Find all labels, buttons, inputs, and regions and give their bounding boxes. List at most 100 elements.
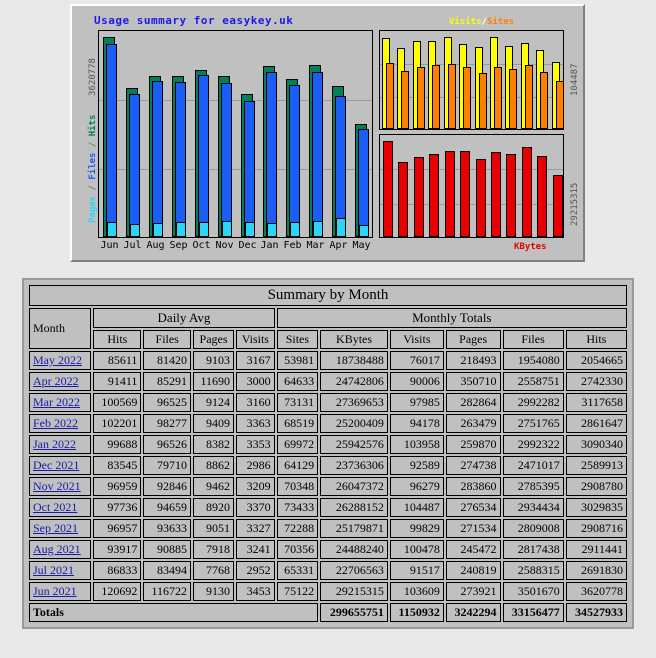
table-row: Jan 2022 99688 96526 8382 3353 69972 25942576 1…: [29, 435, 627, 454]
bar-kbytes-apr: [537, 156, 547, 237]
bar-kbytes-nov: [460, 151, 470, 237]
row-value-cell: 2588315: [502, 561, 564, 580]
axis-label-pages: Pages: [88, 195, 98, 223]
month-link[interactable]: Mar 2022: [33, 395, 80, 409]
row-month-cell[interactable]: Sep 2021: [29, 519, 92, 538]
month-link[interactable]: Oct 2021: [33, 500, 77, 514]
row-value-cell: 3209: [236, 477, 275, 496]
header-total-hits: Hits: [565, 330, 627, 349]
bar-sites-jun: [386, 63, 394, 129]
month-link[interactable]: Sep 2021: [33, 521, 78, 535]
x-label-may: May: [352, 240, 371, 251]
right-axis-visits-max-label: 104487: [570, 63, 580, 96]
row-value-cell: 2558751: [502, 372, 564, 391]
x-label-aug: Aug: [146, 240, 165, 251]
row-value-cell: 3090340: [565, 435, 627, 454]
row-value-cell: 2908780: [565, 477, 627, 496]
row-value-cell: 96959: [93, 477, 142, 496]
bar-kbytes-feb: [506, 154, 516, 237]
table-title: Summary by Month: [29, 285, 627, 306]
header-total-visits: Visits: [389, 330, 444, 349]
header-total-files: Files: [502, 330, 564, 349]
row-value-cell: 25200409: [320, 414, 388, 433]
row-value-cell: 85291: [143, 372, 191, 391]
row-value-cell: 218493: [445, 351, 501, 370]
row-value-cell: 18738488: [320, 351, 388, 370]
x-label-sep: Sep: [169, 240, 188, 251]
month-link[interactable]: Jan 2022: [33, 437, 76, 451]
bar-sites-feb: [509, 69, 517, 129]
row-value-cell: 2809008: [502, 519, 564, 538]
row-value-cell: 73433: [276, 498, 319, 517]
row-value-cell: 11690: [193, 372, 235, 391]
summary-by-month-table: Summary by Month Month Daily Avg Monthly…: [27, 283, 629, 624]
bar-pages-mar: [313, 221, 323, 237]
row-value-cell: 75122: [276, 582, 319, 601]
month-link[interactable]: Apr 2022: [33, 374, 79, 388]
row-value-cell: 73131: [276, 393, 319, 412]
row-month-cell[interactable]: Jul 2021: [29, 561, 92, 580]
table-row: Apr 2022 91411 85291 11690 3000 64633 24742806…: [29, 372, 627, 391]
x-label-dec: Dec: [238, 240, 257, 251]
row-month-cell[interactable]: Oct 2021: [29, 498, 92, 517]
row-value-cell: 8862: [193, 456, 235, 475]
row-month-cell[interactable]: Mar 2022: [29, 393, 92, 412]
totals-kbytes: 299655751: [320, 603, 388, 622]
bar-pages-feb: [290, 222, 300, 237]
chart-panel-kbytes: [379, 134, 564, 238]
row-value-cell: 96279: [389, 477, 444, 496]
row-value-cell: 3029835: [565, 498, 627, 517]
table-row: May 2022 85611 81420 9103 3167 53981 18738488 7…: [29, 351, 627, 370]
row-value-cell: 91411: [93, 372, 142, 391]
bar-pages-oct: [199, 222, 209, 237]
row-value-cell: 29215315: [320, 582, 388, 601]
totals-files: 33156477: [502, 603, 564, 622]
row-month-cell[interactable]: Nov 2021: [29, 477, 92, 496]
row-month-cell[interactable]: Aug 2021: [29, 540, 92, 559]
bar-kbytes-jul: [398, 162, 408, 237]
bar-kbytes-jan: [491, 152, 501, 237]
row-month-cell[interactable]: Jun 2021: [29, 582, 92, 601]
row-value-cell: 25942576: [320, 435, 388, 454]
legend-sites-label: Sites: [486, 17, 515, 27]
bar-files-oct: [198, 75, 209, 237]
row-month-cell[interactable]: Apr 2022: [29, 372, 92, 391]
row-value-cell: 93633: [143, 519, 191, 538]
x-label-mar: Mar: [306, 240, 325, 251]
bar-files-feb: [289, 85, 300, 237]
row-value-cell: 2911441: [565, 540, 627, 559]
header-total-sites: Sites: [276, 330, 319, 349]
month-link[interactable]: Jul 2021: [33, 563, 74, 577]
month-link[interactable]: Nov 2021: [33, 479, 81, 493]
month-link[interactable]: Jun 2021: [33, 584, 77, 598]
month-link[interactable]: Feb 2022: [33, 416, 78, 430]
bar-sites-may: [556, 81, 564, 129]
month-link[interactable]: May 2022: [33, 353, 82, 367]
row-value-cell: 8920: [193, 498, 235, 517]
row-month-cell[interactable]: Jan 2022: [29, 435, 92, 454]
header-month: Month: [29, 308, 92, 349]
month-link[interactable]: Aug 2021: [33, 542, 81, 556]
row-month-cell[interactable]: Dec 2021: [29, 456, 92, 475]
bar-kbytes-sep: [429, 154, 439, 237]
row-value-cell: 90885: [143, 540, 191, 559]
bar-kbytes-jun: [383, 141, 393, 237]
row-value-cell: 26047372: [320, 477, 388, 496]
bar-pages-nov: [222, 221, 232, 237]
row-month-cell[interactable]: May 2022: [29, 351, 92, 370]
bar-sites-nov: [463, 67, 471, 129]
bar-files-jun: [106, 44, 117, 237]
row-value-cell: 3353: [236, 435, 275, 454]
row-value-cell: 90006: [389, 372, 444, 391]
row-value-cell: 79710: [143, 456, 191, 475]
left-axis-max-label: 3620778: [88, 58, 98, 96]
row-value-cell: 3501670: [502, 582, 564, 601]
x-label-nov: Nov: [215, 240, 234, 251]
bar-files-mar: [312, 72, 323, 237]
x-label-apr: Apr: [329, 240, 348, 251]
header-daily-pages: Pages: [193, 330, 235, 349]
row-month-cell[interactable]: Feb 2022: [29, 414, 92, 433]
usage-summary-chart: Usage summary for easykey.uk 3620778 Pag…: [70, 4, 585, 262]
month-link[interactable]: Dec 2021: [33, 458, 79, 472]
row-value-cell: 2742330: [565, 372, 627, 391]
